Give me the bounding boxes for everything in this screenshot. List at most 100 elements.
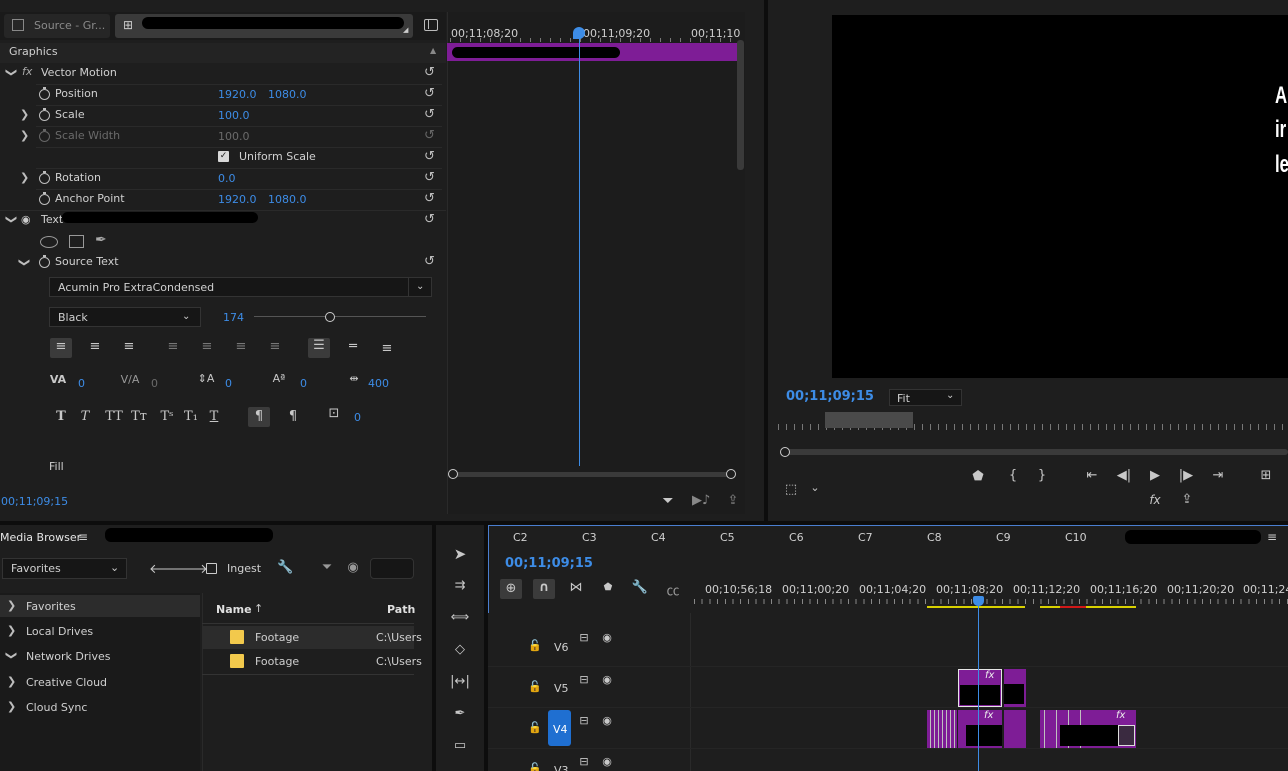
position-y[interactable]: 1080.0 <box>268 88 307 101</box>
pen-mask-icon[interactable]: ✒ <box>95 232 107 248</box>
pen-tool-icon[interactable]: ✒ <box>450 706 470 721</box>
stopwatch-icon[interactable] <box>39 108 50 121</box>
media-browser-title[interactable]: Media Browser <box>0 531 81 544</box>
column-header-name[interactable]: Name <box>216 603 252 616</box>
align-center-icon[interactable]: ≡ <box>86 339 104 354</box>
all-caps-icon[interactable]: TT <box>104 409 124 424</box>
ec-playhead[interactable] <box>579 30 580 466</box>
cam-tab[interactable]: C9 <box>996 531 1011 544</box>
timeline-playhead[interactable] <box>978 600 979 771</box>
wrench-icon[interactable]: 🔧 <box>631 580 649 595</box>
faux-bold-icon[interactable]: T <box>53 409 69 424</box>
panel-toggle-icon[interactable] <box>424 19 438 31</box>
cam-tab[interactable]: C10 <box>1065 531 1087 544</box>
cam-tab[interactable]: C2 <box>513 531 528 544</box>
fit-dropdown[interactable]: Fit ⌄ <box>889 389 962 406</box>
program-zoom-bar[interactable] <box>786 449 1288 455</box>
chevron-right-icon[interactable]: ❯ <box>20 171 29 184</box>
sync-lock-icon[interactable]: ⊟ <box>577 631 591 644</box>
wrench-icon[interactable]: 🔧 <box>277 560 293 575</box>
panel-menu-icon[interactable]: ≡ <box>1267 530 1277 544</box>
go-to-in-icon[interactable]: ⇤ <box>1083 468 1101 483</box>
justify-center-icon[interactable]: ≡ <box>198 339 216 354</box>
justify-all-icon[interactable]: ≡ <box>266 339 284 354</box>
stroke-width-value[interactable]: 0 <box>354 411 361 424</box>
reset-icon[interactable]: ↺ <box>424 87 440 100</box>
track-label[interactable]: V3 <box>554 764 569 771</box>
superscript-icon[interactable]: Tˢ <box>158 409 176 424</box>
ec-zoom-bar[interactable] <box>452 472 732 477</box>
eye-icon[interactable]: ◉ <box>21 213 31 226</box>
scale-value[interactable]: 100.0 <box>218 109 250 122</box>
lock-icon[interactable]: 🔓 <box>528 721 542 734</box>
play-audio-icon[interactable]: ▶♪ <box>692 493 710 508</box>
timeline-timecode[interactable]: 00;11;09;15 <box>505 556 593 571</box>
step-forward-icon[interactable]: |▶ <box>1178 468 1194 483</box>
stopwatch-icon[interactable] <box>39 192 50 205</box>
stopwatch-icon[interactable] <box>39 255 50 268</box>
reset-icon[interactable]: ↺ <box>424 150 440 163</box>
align-right-icon[interactable]: ≡ <box>120 339 138 354</box>
font-dropdown[interactable]: Acumin Pro ExtraCondensed ⌄ <box>49 277 432 297</box>
anchor-y[interactable]: 1080.0 <box>268 193 307 206</box>
track-label[interactable]: V5 <box>554 682 569 695</box>
cam-tab[interactable]: C6 <box>789 531 804 544</box>
ec-playhead-head-icon[interactable] <box>573 27 585 39</box>
clip[interactable]: fx <box>958 710 1002 748</box>
reset-icon[interactable]: ↺ <box>424 171 440 184</box>
file-row[interactable]: Footage C:\Users <box>202 650 422 673</box>
tab-source[interactable]: Source - Gr... <box>4 14 110 38</box>
eye-icon[interactable]: ◉ <box>600 673 614 686</box>
small-caps-icon[interactable]: Tт <box>129 409 149 424</box>
clip[interactable] <box>1004 669 1026 707</box>
ingest-checkbox[interactable] <box>206 563 217 574</box>
sync-lock-icon[interactable]: ⊟ <box>577 755 591 768</box>
tsume-value[interactable]: 400 <box>368 377 389 390</box>
reset-icon[interactable]: ↺ <box>424 213 440 226</box>
leading-value[interactable]: 0 <box>225 377 232 390</box>
reset-icon[interactable]: ↺ <box>424 108 440 121</box>
underline-icon[interactable]: T <box>206 409 222 424</box>
back-arrow-icon[interactable]: 🡐 <box>149 561 184 577</box>
baseline-shift-value[interactable]: 0 <box>300 377 307 390</box>
stopwatch-icon[interactable] <box>39 171 50 184</box>
rectangle-tool-icon[interactable]: ▭ <box>450 738 470 753</box>
kerning-value[interactable]: 0 <box>78 377 85 390</box>
tree-item-cloud-sync[interactable]: ❯ Cloud Sync <box>0 696 200 718</box>
chevron-down-icon[interactable]: ⌄ <box>808 481 822 494</box>
file-row[interactable]: Footage C:\Users <box>202 626 422 649</box>
safe-margins-icon[interactable]: ⬚ <box>783 482 799 497</box>
go-to-out-icon[interactable]: ⇥ <box>1209 468 1227 483</box>
chevron-right-icon[interactable]: ❯ <box>20 129 29 142</box>
collapse-up-icon[interactable]: ▲ <box>430 46 436 55</box>
justify-left-icon[interactable]: ≡ <box>164 339 182 354</box>
font-size-slider-handle[interactable] <box>325 312 335 322</box>
chevron-right-icon[interactable]: ❯ <box>20 108 29 121</box>
selection-tool-icon[interactable]: ➤ <box>450 545 470 563</box>
lock-icon[interactable]: 🔓 <box>528 639 542 652</box>
mark-in-icon[interactable]: { <box>1006 468 1020 483</box>
cam-tab[interactable]: C8 <box>927 531 942 544</box>
cam-tab[interactable]: C3 <box>582 531 597 544</box>
eye-icon[interactable]: ◉ <box>345 560 361 575</box>
zoom-handle-right[interactable] <box>726 469 736 479</box>
font-size-slider[interactable] <box>254 316 426 317</box>
rectangle-mask-icon[interactable] <box>69 235 84 248</box>
filter-icon[interactable]: ⏷ <box>660 493 676 509</box>
lock-icon[interactable]: 🔓 <box>528 680 542 693</box>
justify-right-icon[interactable]: ≡ <box>232 339 250 354</box>
program-zoom-handle[interactable] <box>780 447 790 457</box>
clip[interactable]: fx <box>958 669 1002 707</box>
panel-menu-icon[interactable]: ≡ <box>78 530 88 544</box>
sync-lock-icon[interactable]: ⊟ <box>577 714 591 727</box>
eye-icon[interactable]: ◉ <box>600 755 614 768</box>
zoom-handle-left[interactable] <box>448 469 458 479</box>
play-icon[interactable]: ▶ <box>1147 468 1163 483</box>
slip-tool-icon[interactable]: |↔| <box>450 674 470 689</box>
track-select-tool-icon[interactable]: ⇉ <box>450 578 470 593</box>
tree-item-favorites[interactable]: ❯ Favorites <box>0 595 200 617</box>
marker-icon[interactable]: ⬟ <box>971 469 985 484</box>
ellipse-mask-icon[interactable] <box>40 236 58 248</box>
align-middle-icon[interactable]: ═ <box>344 339 362 354</box>
reset-icon[interactable]: ↺ <box>424 255 440 268</box>
